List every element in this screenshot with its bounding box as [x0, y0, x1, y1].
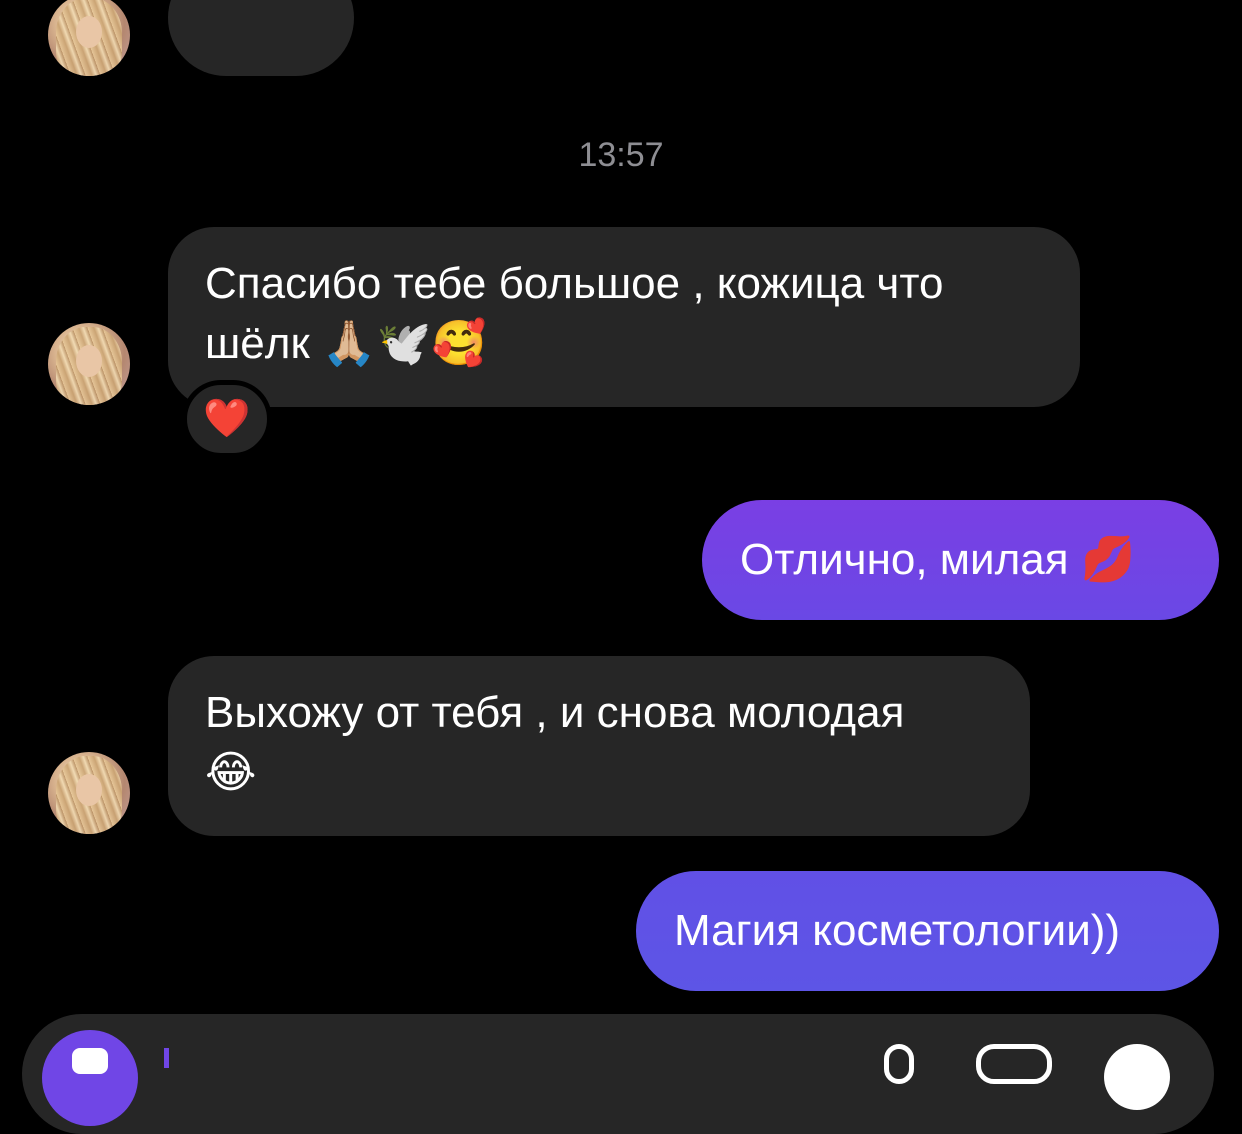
camera-button[interactable]	[42, 1030, 138, 1126]
avatar-face	[76, 774, 102, 806]
contact-avatar[interactable]	[48, 0, 130, 76]
message-text-line: Выхожу от тебя , и снова молодая	[205, 688, 905, 737]
message-bubble-incoming-cropped[interactable]	[168, 0, 354, 76]
message-bubble-incoming[interactable]: Спасибо тебе большое , кожица что шёлк 🙏…	[168, 227, 1080, 407]
heart-reaction[interactable]: ❤️	[182, 380, 272, 458]
microphone-icon[interactable]	[884, 1044, 914, 1084]
message-bubble-outgoing[interactable]: Отлично, милая 💋	[702, 500, 1219, 620]
message-bubble-outgoing[interactable]: Магия косметологии))	[636, 871, 1219, 991]
chat-thread: 13:57 Спасибо тебе большое , кожица что …	[0, 0, 1242, 1134]
contact-avatar[interactable]	[48, 752, 130, 834]
sticker-icon[interactable]	[1104, 1044, 1170, 1110]
message-bubble-incoming[interactable]: Выхожу от тебя , и снова молодая 😂	[168, 656, 1030, 836]
heart-icon: ❤️	[203, 398, 251, 440]
gallery-icon[interactable]	[976, 1044, 1052, 1084]
message-text: Магия косметологии))	[674, 906, 1121, 955]
message-timestamp: 13:57	[578, 136, 664, 174]
message-text-line: Спасибо тебе большое , кожица что	[205, 259, 944, 308]
message-text-line: 😂	[205, 748, 257, 797]
avatar-face	[76, 16, 102, 48]
avatar-face	[76, 345, 102, 377]
text-cursor	[164, 1048, 169, 1068]
message-text: Отлично, милая 💋	[740, 535, 1136, 584]
contact-avatar[interactable]	[48, 323, 130, 405]
camera-icon	[72, 1048, 108, 1074]
message-text-line: шёлк 🙏🏼🕊️🥰	[205, 319, 487, 368]
